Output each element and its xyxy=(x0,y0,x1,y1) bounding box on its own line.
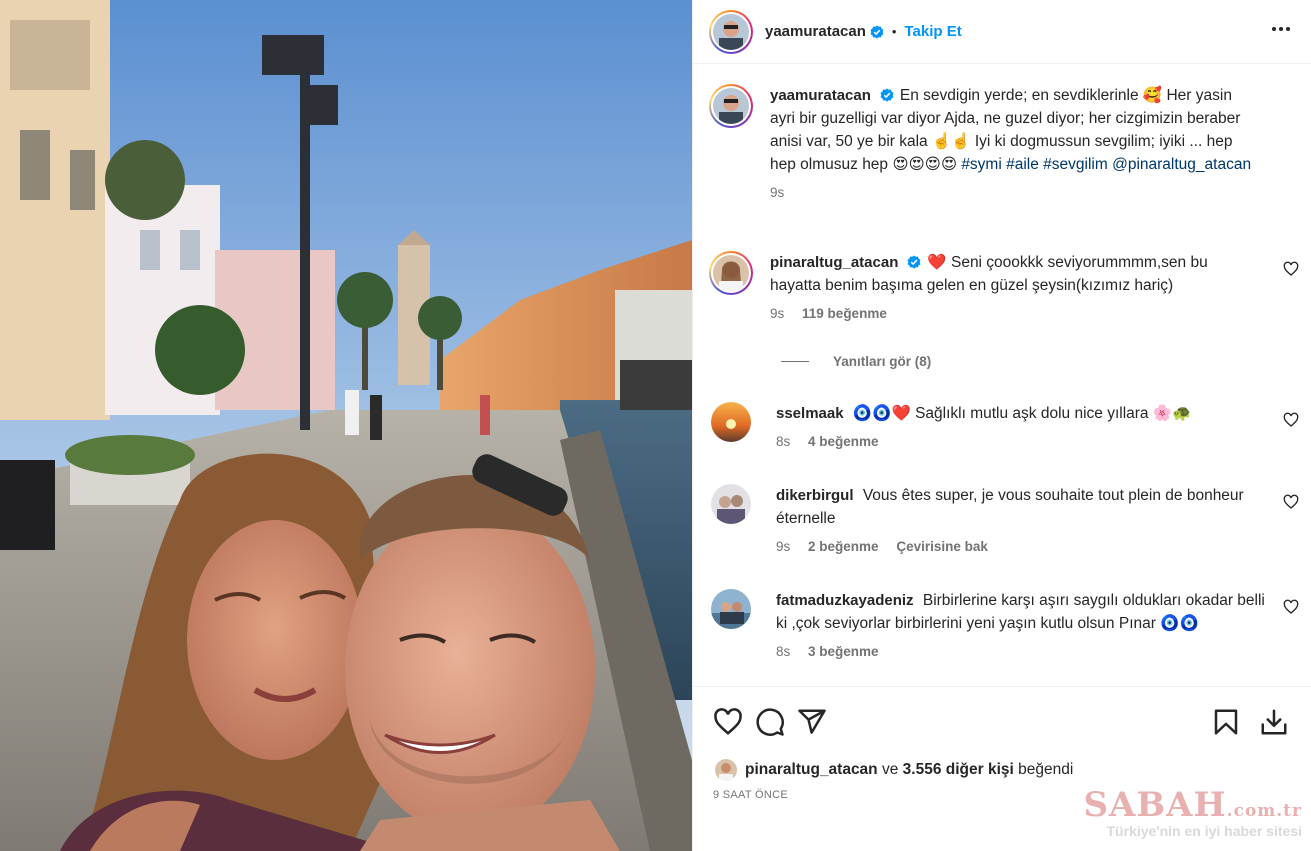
comment-like-heart-icon[interactable] xyxy=(1283,412,1299,428)
comment-likes[interactable]: 2 beğenme xyxy=(808,539,879,554)
watermark-brand: SABAH xyxy=(1083,785,1227,825)
verified-badge-icon xyxy=(907,255,921,269)
caption-avatar xyxy=(713,88,749,124)
comment-time[interactable]: 9s xyxy=(770,306,784,321)
caption-meta: 9s xyxy=(770,184,1260,202)
post-timestamp[interactable]: 9 SAAT ÖNCE xyxy=(713,789,788,801)
comment-likes[interactable]: 4 beğenme xyxy=(808,434,879,449)
comment-body: fatmaduzkayadeniz Birbirlerine karşı aşı… xyxy=(776,589,1266,661)
commenter-avatar xyxy=(713,255,749,291)
caption-body: yaamuratacan En sevdigin yerde; en sevdik… xyxy=(770,84,1260,202)
comment-username[interactable]: sselmaak xyxy=(776,405,844,422)
commenter-avatar[interactable] xyxy=(709,484,751,524)
comment-item: fatmaduzkayadeniz Birbirlerine karşı aşı… xyxy=(709,589,1299,686)
watermark-domain: .com.tr xyxy=(1226,801,1302,821)
comment-username[interactable]: fatmaduzkayadeniz xyxy=(776,592,914,609)
avatar-image xyxy=(713,13,749,50)
comment-username[interactable]: pinaraltug_atacan xyxy=(770,254,898,271)
comment-like-heart-icon[interactable] xyxy=(1283,494,1299,510)
comment-item: dikerbirgul Vous êtes super, je vous sou… xyxy=(709,484,1299,564)
comment-meta: 8s 3 beğenme xyxy=(776,643,1266,661)
comment-time[interactable]: 9s xyxy=(776,539,790,554)
comment-text: 🧿🧿❤️ Sağlıklı mutlu aşk dolu nice yıllar… xyxy=(852,405,1192,422)
view-replies-label: Yanıtları gör (8) xyxy=(833,354,932,369)
caption-avatar-ring[interactable] xyxy=(709,84,753,128)
liked-by-summary[interactable]: pinaraltug_atacan ve 3.556 diğer kişi be… xyxy=(715,759,1073,781)
liked-by-others[interactable]: 3.556 diğer kişi xyxy=(903,761,1014,779)
post-actions: pinaraltug_atacan ve 3.556 diğer kişi be… xyxy=(693,686,1311,851)
sabah-watermark: SABAH.com.tr Türkiye'nin en iyi haber si… xyxy=(1083,785,1302,839)
commenter-avatar[interactable] xyxy=(709,402,751,442)
comment-meta: 9s 2 beğenme Çevirisine bak xyxy=(776,538,1266,556)
separator-dot: • xyxy=(891,24,897,39)
download-icon[interactable] xyxy=(1259,707,1289,737)
watermark-tagline: Türkiye'nin en iyi haber sitesi xyxy=(1106,823,1302,839)
liked-by-username[interactable]: pinaraltug_atacan xyxy=(745,761,878,779)
comment-meta: 9s 119 beğenme xyxy=(770,305,1260,323)
see-translation-button[interactable]: Çevirisine bak xyxy=(896,539,988,554)
comment-likes[interactable]: 119 beğenme xyxy=(802,306,887,321)
author-username[interactable]: yaamuratacan xyxy=(765,23,866,40)
view-replies-button[interactable]: Yanıtları gör (8) xyxy=(781,354,931,369)
comment-time[interactable]: 8s xyxy=(776,434,790,449)
post-header: yaamuratacan • Takip Et xyxy=(693,0,1311,64)
heart-icon[interactable] xyxy=(713,707,743,737)
comment-likes[interactable]: 3 beğenme xyxy=(808,644,879,659)
liked-by-suffix: beğendi xyxy=(1018,761,1074,778)
hashtag-aile[interactable]: #aile xyxy=(1006,156,1039,173)
bookmark-icon[interactable] xyxy=(1211,707,1241,737)
caption-block: yaamuratacan En sevdigin yerde; en sevdik… xyxy=(709,84,1299,234)
hashtag-symi[interactable]: #symi xyxy=(961,156,1001,173)
comment-meta: 8s 4 beğenme xyxy=(776,433,1266,451)
comment-body: pinaraltug_atacan ❤️ Seni çoookkk seviyor… xyxy=(770,251,1260,323)
verified-badge-icon xyxy=(880,88,894,102)
post-photo[interactable] xyxy=(0,0,692,851)
verified-badge-icon xyxy=(870,24,884,39)
hashtag-sevgilim[interactable]: #sevgilim xyxy=(1043,156,1108,173)
comment-item: pinaraltug_atacan ❤️ Seni çoookkk seviyor… xyxy=(709,251,1299,331)
comments-scroll-area[interactable]: yaamuratacan En sevdigin yerde; en sevdik… xyxy=(693,64,1311,686)
comment-username[interactable]: dikerbirgul xyxy=(776,487,854,504)
comment-like-heart-icon[interactable] xyxy=(1283,261,1299,277)
commenter-avatar[interactable] xyxy=(709,589,751,629)
selfie-photo xyxy=(0,0,692,851)
comment-time[interactable]: 8s xyxy=(776,644,790,659)
caption-username[interactable]: yaamuratacan xyxy=(770,87,871,104)
caption-time[interactable]: 9s xyxy=(770,185,784,200)
follow-button[interactable]: Takip Et xyxy=(904,23,961,40)
more-options-icon[interactable] xyxy=(1268,16,1294,42)
liked-by-avatar xyxy=(715,759,737,781)
comment-icon[interactable] xyxy=(755,707,785,737)
comment-body: sselmaak 🧿🧿❤️ Sağlıklı mutlu aşk dolu ni… xyxy=(776,402,1266,451)
post-side-panel: yaamuratacan • Takip Et yaamuratacan En … xyxy=(692,0,1311,851)
author-avatar-ring[interactable] xyxy=(709,9,753,54)
author-avatar xyxy=(713,13,749,50)
comment-body: dikerbirgul Vous êtes super, je vous sou… xyxy=(776,484,1266,556)
replies-line xyxy=(781,361,809,362)
watermark-logo: SABAH.com.tr xyxy=(1083,785,1302,825)
share-icon[interactable] xyxy=(797,707,827,737)
comment-avatar-ring[interactable] xyxy=(709,251,753,295)
mention-link[interactable]: @pinaraltug_atacan xyxy=(1112,156,1251,173)
liked-by-connector: ve xyxy=(881,761,899,778)
comment-item: sselmaak 🧿🧿❤️ Sağlıklı mutlu aşk dolu ni… xyxy=(709,402,1299,462)
comment-like-heart-icon[interactable] xyxy=(1283,599,1299,615)
